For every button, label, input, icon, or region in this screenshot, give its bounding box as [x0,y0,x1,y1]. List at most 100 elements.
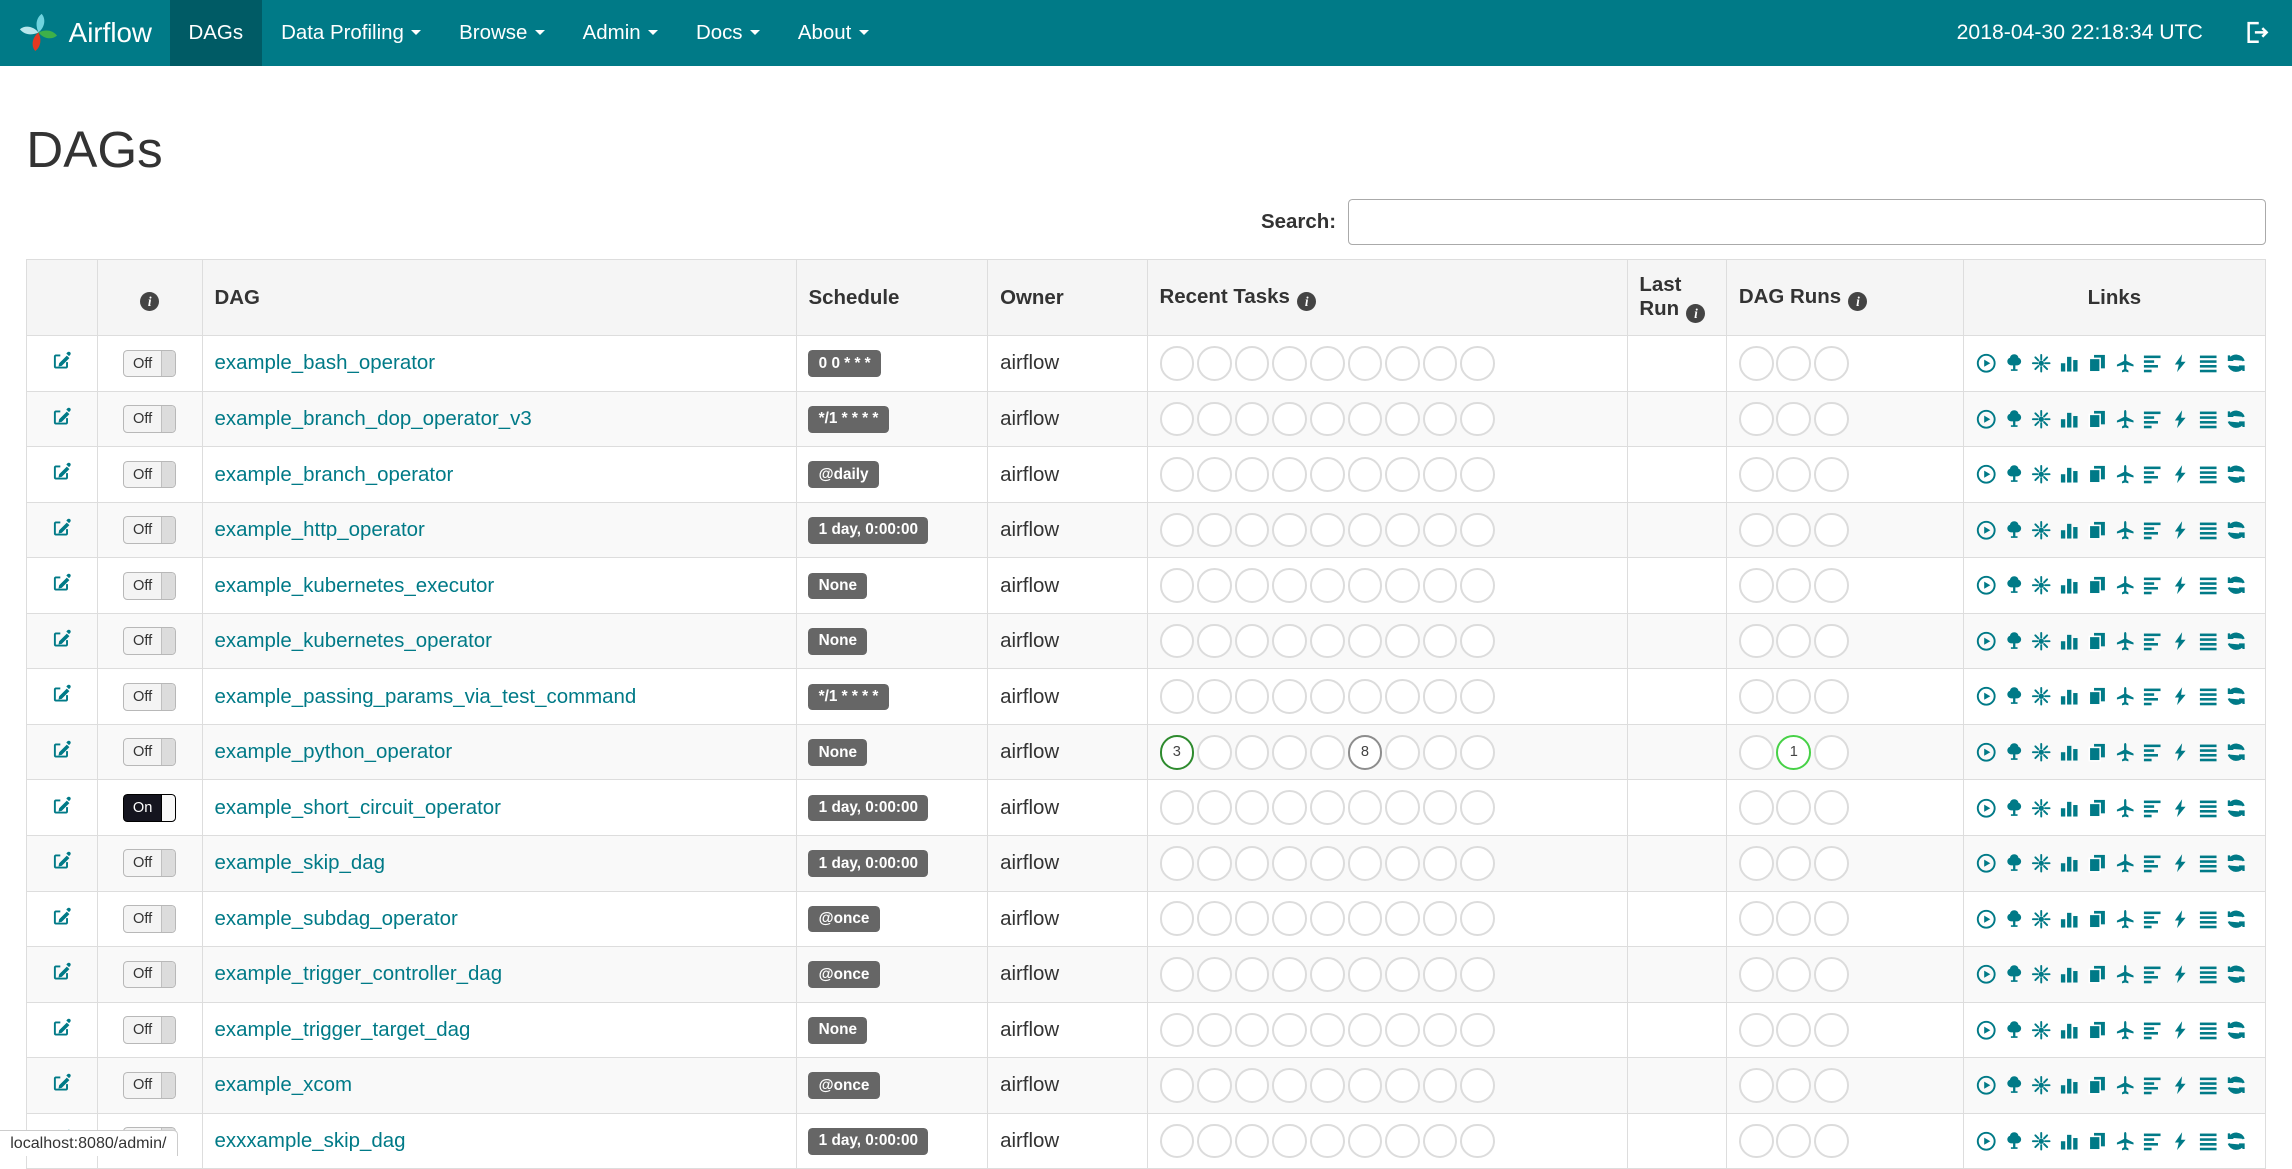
task-state-circle[interactable] [1422,845,1458,881]
tree-view-icon[interactable] [2004,520,2024,540]
landing-times-icon[interactable] [2115,686,2135,706]
task-state-circle[interactable] [1234,457,1270,492]
graph-view-icon[interactable] [2031,909,2051,929]
dag-run-circle[interactable] [1814,346,1849,381]
task-state-circle[interactable] [1347,1068,1383,1103]
gantt-icon[interactable] [2142,1020,2162,1040]
gantt-icon[interactable] [2142,909,2162,929]
task-state-circle[interactable] [1347,623,1383,659]
task-state-circle[interactable] [1460,679,1496,715]
task-tries-icon[interactable] [2087,520,2107,540]
task-state-circle[interactable] [1234,623,1270,659]
task-state-circle[interactable] [1422,956,1458,992]
task-state-circle[interactable] [1460,457,1496,492]
tree-view-icon[interactable] [2004,742,2024,762]
task-state-circle[interactable] [1272,457,1308,492]
dag-link[interactable]: example_passing_params_via_test_command [215,685,637,708]
task-tries-icon[interactable] [2087,909,2107,929]
pause-toggle[interactable]: Off [123,682,177,711]
task-state-circle[interactable] [1197,734,1232,770]
gantt-icon[interactable] [2142,353,2162,373]
dag-run-circle[interactable] [1814,568,1849,603]
task-state-circle[interactable] [1422,790,1458,826]
landing-times-icon[interactable] [2115,520,2135,540]
task-state-circle[interactable] [1197,1068,1232,1103]
col-header-recent-tasks[interactable]: Recent Tasks [1146,259,1628,337]
dag-link[interactable]: example_subdag_operator [215,907,458,930]
pause-toggle[interactable]: On [123,793,177,822]
task-state-circle[interactable] [1385,901,1420,937]
task-state-circle[interactable] [1272,901,1308,937]
gantt-icon[interactable] [2142,686,2162,706]
task-state-circle[interactable] [1422,623,1458,659]
task-state-circle[interactable] [1385,568,1420,603]
gantt-icon[interactable] [2142,575,2162,595]
task-state-circle[interactable] [1460,346,1496,381]
graph-view-icon[interactable] [2031,1020,2051,1040]
task-tries-icon[interactable] [2087,1075,2107,1095]
dag-run-circle[interactable] [1814,956,1849,992]
schedule-badge[interactable]: @once [808,961,880,989]
dag-link[interactable]: example_branch_dop_operator_v3 [215,407,532,430]
task-duration-icon[interactable] [2059,686,2079,706]
gantt-icon[interactable] [2142,1075,2162,1095]
graph-view-icon[interactable] [2031,409,2051,429]
trigger-dag-icon[interactable] [1976,686,1996,707]
dag-run-circle[interactable] [1814,679,1849,715]
code-view-icon[interactable] [2170,686,2190,706]
schedule-badge[interactable]: */1 * * * * [808,683,889,711]
landing-times-icon[interactable] [2115,353,2135,373]
task-state-circle[interactable] [1460,734,1496,770]
task-state-circle[interactable] [1460,623,1496,659]
pause-toggle[interactable]: Off [123,1016,177,1044]
tree-view-icon[interactable] [2004,1075,2024,1095]
edit-dag-icon[interactable] [52,1017,72,1037]
task-state-circle[interactable] [1309,845,1345,881]
pause-toggle[interactable]: Off [123,460,177,489]
pause-toggle[interactable]: Off [123,349,177,378]
refresh-icon[interactable] [2226,686,2246,706]
schedule-badge[interactable]: None [808,628,868,655]
dag-run-circle[interactable] [1776,623,1812,659]
tree-view-icon[interactable] [2004,575,2024,595]
graph-view-icon[interactable] [2031,964,2051,984]
dag-run-circle[interactable] [1776,457,1812,492]
dag-link[interactable]: example_kubernetes_executor [215,574,495,597]
task-state-circle[interactable] [1347,401,1383,437]
task-state-circle[interactable] [1234,679,1270,715]
task-state-circle[interactable] [1347,512,1383,548]
tree-view-icon[interactable] [2004,631,2024,651]
code-view-icon[interactable] [2170,853,2190,873]
landing-times-icon[interactable] [2115,853,2135,873]
dag-run-circle[interactable] [1738,901,1774,937]
tree-view-icon[interactable] [2004,1020,2024,1040]
task-state-circle[interactable] [1197,1012,1232,1048]
task-state-circle[interactable] [1197,901,1232,937]
refresh-icon[interactable] [2226,909,2246,929]
graph-view-icon[interactable] [2031,1131,2051,1151]
dag-link[interactable]: example_python_operator [215,740,453,763]
task-state-circle[interactable] [1385,734,1420,770]
trigger-dag-icon[interactable] [1976,575,1996,595]
task-tries-icon[interactable] [2087,686,2107,706]
task-state-circle[interactable] [1385,512,1420,548]
refresh-icon[interactable] [2226,853,2246,873]
graph-view-icon[interactable] [2031,631,2051,651]
nav-item-docs[interactable]: Docs [677,0,779,66]
code-view-icon[interactable] [2170,1075,2190,1095]
task-state-circle[interactable] [1234,512,1270,548]
dag-link[interactable]: example_http_operator [215,518,425,541]
graph-view-icon[interactable] [2031,742,2051,762]
task-state-circle[interactable] [1309,956,1345,992]
landing-times-icon[interactable] [2115,742,2135,762]
dag-link[interactable]: example_short_circuit_operator [215,796,502,819]
code-view-icon[interactable] [2170,742,2190,762]
landing-times-icon[interactable] [2115,631,2135,651]
dag-run-circle[interactable] [1738,568,1774,603]
task-state-circle[interactable] [1460,401,1496,437]
task-tries-icon[interactable] [2087,853,2107,873]
logs-icon[interactable] [2198,798,2218,818]
gantt-icon[interactable] [2142,1131,2162,1151]
task-duration-icon[interactable] [2059,964,2079,984]
refresh-icon[interactable] [2226,964,2246,984]
